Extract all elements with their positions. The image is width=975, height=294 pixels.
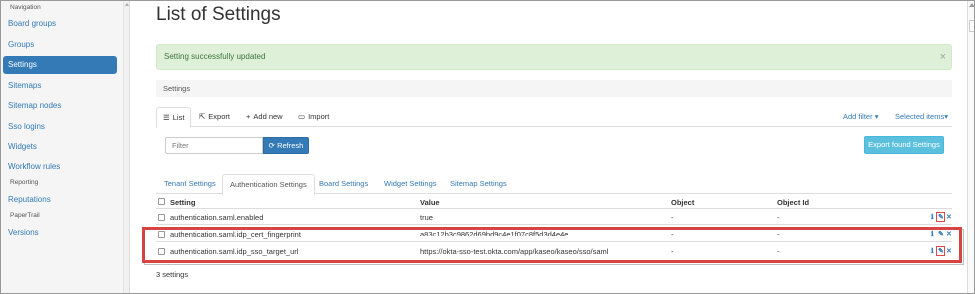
tab-add-new-label: Add new — [253, 112, 283, 121]
sidebar-item-board-groups[interactable]: Board groups — [3, 15, 117, 33]
add-filter-label: Add filter — [843, 112, 873, 121]
selected-items-label: Selected items — [895, 112, 945, 121]
select-all-checkbox[interactable] — [158, 198, 165, 205]
close-icon[interactable]: × — [940, 45, 946, 69]
tab-widget-settings[interactable]: Widget Settings — [377, 174, 444, 194]
tab-authentication-settings[interactable]: Authentication Settings — [222, 174, 315, 195]
column-header-setting[interactable]: Setting — [170, 198, 195, 207]
table-cell-object: - — [671, 213, 674, 222]
plus-icon: + — [246, 112, 251, 121]
column-header-value[interactable]: Value — [420, 198, 440, 207]
table-cell-object-id: - — [777, 213, 780, 222]
sidebar-item-sitemaps[interactable]: Sitemaps — [3, 77, 117, 95]
export-found-settings-button[interactable]: Export found Settings — [864, 136, 944, 154]
row-divider — [156, 224, 952, 225]
settings-category-tabs: Tenant Settings Authentication Settings … — [156, 174, 952, 195]
highlight-box — [142, 227, 962, 263]
row-checkbox[interactable] — [158, 214, 165, 221]
info-icon[interactable]: ℹ — [931, 214, 934, 222]
column-header-object[interactable]: Object — [671, 198, 694, 207]
sidebar-item-sitemap-nodes[interactable]: Sitemap nodes — [3, 97, 117, 115]
tab-tenant-settings[interactable]: Tenant Settings — [157, 174, 223, 194]
sidebar-navigation: Navigation Board groups Groups Settings … — [0, 0, 124, 294]
refresh-icon: ⟳ — [268, 141, 275, 150]
action-tabs: ☰ List ⇱ Export + Add new ▭ Import Add filte… — [156, 107, 952, 128]
selected-items-dropdown[interactable]: Selected items▾ — [895, 107, 948, 127]
alert-message: Setting successfully updated — [164, 52, 266, 61]
list-icon: ☰ — [163, 113, 170, 122]
sidebar-item-workflow-rules[interactable]: Workflow rules — [3, 158, 117, 176]
header-divider — [156, 208, 952, 209]
export-icon: ⇱ — [199, 112, 206, 121]
settings-panel-heading: Settings — [156, 80, 952, 97]
caret-down-icon: ▾ — [944, 112, 948, 121]
sidebar-item-reputations[interactable]: Reputations — [3, 191, 117, 209]
success-alert: Setting successfully updated × — [156, 44, 952, 70]
nav-section-reporting: Reporting — [10, 179, 39, 186]
sidebar-item-groups[interactable]: Groups — [3, 36, 117, 54]
sidebar-item-versions[interactable]: Versions — [3, 224, 117, 242]
delete-icon[interactable]: ✕ — [946, 214, 952, 222]
scroll-up-arrow-icon[interactable] — [125, 2, 129, 6]
nav-section-papertrail: PaperTrail — [10, 212, 40, 219]
folder-icon: ▭ — [298, 112, 306, 121]
table-cell-setting: authentication.saml.enabled — [170, 213, 264, 222]
tab-import-label: Import — [308, 112, 330, 121]
tab-export[interactable]: ⇱ Export — [193, 107, 236, 127]
column-header-object-id[interactable]: Object Id — [777, 198, 809, 207]
scroll-up-arrow-icon[interactable] — [969, 3, 975, 7]
sidebar-scrollbar[interactable] — [124, 0, 130, 294]
sidebar-item-settings[interactable]: Settings — [3, 56, 117, 74]
add-filter-dropdown[interactable]: Add filter ▾ — [843, 107, 878, 127]
scroll-handle[interactable] — [969, 20, 975, 32]
tab-board-settings[interactable]: Board Settings — [312, 174, 375, 194]
filter-input[interactable] — [165, 137, 263, 154]
nav-header: Navigation — [10, 4, 41, 11]
edit-highlight-box — [936, 212, 945, 222]
table-cell-value: true — [420, 213, 433, 222]
settings-count: 3 settings — [156, 270, 189, 279]
page-title: List of Settings — [156, 4, 281, 25]
caret-down-icon: ▾ — [874, 112, 879, 121]
tab-add-new[interactable]: + Add new — [240, 107, 289, 127]
sidebar-item-sso-logins[interactable]: Sso logins — [3, 118, 117, 136]
refresh-button[interactable]: ⟳ Refresh — [263, 137, 309, 154]
tab-list-label: List — [172, 113, 185, 122]
tab-list[interactable]: ☰ List — [156, 107, 192, 128]
tab-sitemap-settings[interactable]: Sitemap Settings — [443, 174, 514, 194]
tab-export-label: Export — [208, 112, 230, 121]
tab-import[interactable]: ▭ Import — [292, 107, 335, 127]
refresh-label: Refresh — [277, 141, 304, 150]
page-scrollbar[interactable] — [967, 0, 975, 294]
sidebar-item-widgets[interactable]: Widgets — [3, 138, 117, 156]
